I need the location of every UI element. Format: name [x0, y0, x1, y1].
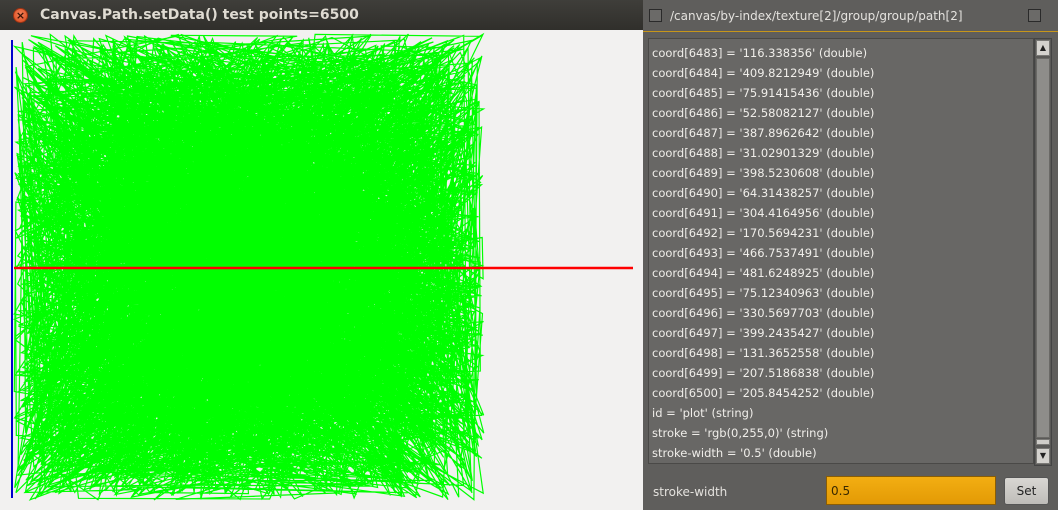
- property-list-scrollbar[interactable]: ▲ ▼: [1034, 38, 1052, 466]
- scroll-down-icon[interactable]: ▼: [1036, 448, 1050, 464]
- property-line[interactable]: coord[6499] = '207.5186838' (double): [652, 366, 874, 380]
- property-line[interactable]: id = 'plot' (string): [652, 406, 753, 420]
- scrollbar-thumb[interactable]: [1036, 439, 1050, 445]
- property-line[interactable]: stroke-width = '0.5' (double): [652, 446, 817, 460]
- property-browser-window: /canvas/by-index/texture[2]/group/group/…: [643, 0, 1058, 510]
- plot-canvas: [11, 32, 633, 501]
- property-line[interactable]: coord[6491] = '304.4164956' (double): [652, 206, 874, 220]
- property-line[interactable]: coord[6485] = '75.91415436' (double): [652, 86, 874, 100]
- canvas-window-titlebar[interactable]: × Canvas.Path.setData() test points=6500: [0, 0, 643, 30]
- property-line[interactable]: coord[6487] = '387.8962642' (double): [652, 126, 874, 140]
- property-line[interactable]: coord[6488] = '31.02901329' (double): [652, 146, 874, 160]
- property-line[interactable]: stroke = 'rgb(0,255,0)' (string): [652, 426, 828, 440]
- close-icon[interactable]: ×: [13, 8, 28, 23]
- property-line[interactable]: coord[6483] = '116.338356' (double): [652, 46, 867, 60]
- scroll-up-icon[interactable]: ▲: [1036, 40, 1050, 56]
- property-browser-titlebar[interactable]: /canvas/by-index/texture[2]/group/group/…: [643, 0, 1058, 32]
- property-edit-row: stroke-width Set: [643, 470, 1058, 510]
- window-title: Canvas.Path.setData() test points=6500: [40, 7, 359, 23]
- property-line[interactable]: coord[6500] = '205.8454252' (double): [652, 386, 874, 400]
- close-checkbox[interactable]: [1028, 9, 1041, 22]
- property-list[interactable]: coord[6483] = '116.338356' (double) coord…: [648, 38, 1034, 464]
- property-line[interactable]: coord[6498] = '131.3652558' (double): [652, 346, 874, 360]
- property-line[interactable]: coord[6484] = '409.8212949' (double): [652, 66, 874, 80]
- property-line[interactable]: coord[6490] = '64.31438257' (double): [652, 186, 874, 200]
- property-line[interactable]: coord[6496] = '330.5697703' (double): [652, 306, 874, 320]
- property-line[interactable]: coord[6489] = '398.5230608' (double): [652, 166, 874, 180]
- property-value-input[interactable]: [826, 476, 996, 505]
- property-line[interactable]: coord[6492] = '170.5694231' (double): [652, 226, 874, 240]
- property-path-title: /canvas/by-index/texture[2]/group/group/…: [670, 9, 963, 23]
- pin-checkbox[interactable]: [649, 9, 662, 22]
- property-line[interactable]: coord[6486] = '52.58082127' (double): [652, 106, 874, 120]
- property-line[interactable]: coord[6494] = '481.6248925' (double): [652, 266, 874, 280]
- property-line[interactable]: coord[6495] = '75.12340963' (double): [652, 286, 874, 300]
- property-line[interactable]: coord[6493] = '466.7537491' (double): [652, 246, 874, 260]
- scrollbar-track[interactable]: [1036, 58, 1050, 438]
- canvas-window: × Canvas.Path.setData() test points=6500: [0, 0, 643, 510]
- set-button[interactable]: Set: [1004, 477, 1049, 505]
- canvas-area[interactable]: [0, 30, 643, 510]
- property-line[interactable]: coord[6497] = '399.2435427' (double): [652, 326, 874, 340]
- property-edit-label: stroke-width: [653, 485, 728, 499]
